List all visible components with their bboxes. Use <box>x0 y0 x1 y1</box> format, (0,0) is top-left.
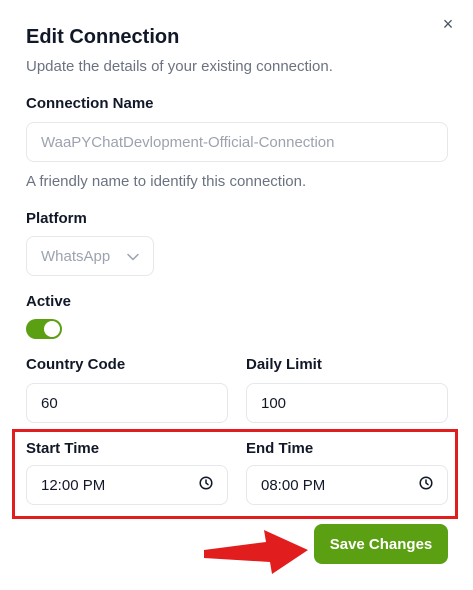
active-toggle[interactable] <box>26 319 62 339</box>
time-fields-highlight <box>12 429 458 519</box>
daily-limit-value: 100 <box>261 394 287 412</box>
chevron-down-icon <box>127 248 139 265</box>
connection-name-label: Connection Name <box>26 95 154 112</box>
connection-name-value: WaaPYChatDevlopment-Official-Connection <box>41 133 335 151</box>
dialog-subtitle: Update the details of your existing conn… <box>26 58 333 75</box>
platform-value: WhatsApp <box>41 247 111 265</box>
edit-connection-dialog: × Edit Connection Update the details of … <box>0 0 473 590</box>
active-label: Active <box>26 293 72 310</box>
platform-label: Platform <box>26 210 87 227</box>
connection-name-field[interactable]: WaaPYChatDevlopment-Official-Connection <box>26 122 448 162</box>
platform-select[interactable]: WhatsApp <box>26 236 154 276</box>
daily-limit-label: Daily Limit <box>246 356 322 373</box>
country-code-field[interactable]: 60 <box>26 383 228 423</box>
daily-limit-field[interactable]: 100 <box>246 383 448 423</box>
country-code-value: 60 <box>41 394 58 412</box>
save-changes-button[interactable]: Save Changes <box>314 524 448 564</box>
connection-name-hint: A friendly name to identify this connect… <box>26 173 307 190</box>
toggle-knob <box>44 321 60 337</box>
country-code-label: Country Code <box>26 356 126 373</box>
dialog-title: Edit Connection <box>26 26 180 48</box>
close-icon[interactable]: × <box>438 14 458 34</box>
red-arrow-annotation <box>204 528 312 581</box>
